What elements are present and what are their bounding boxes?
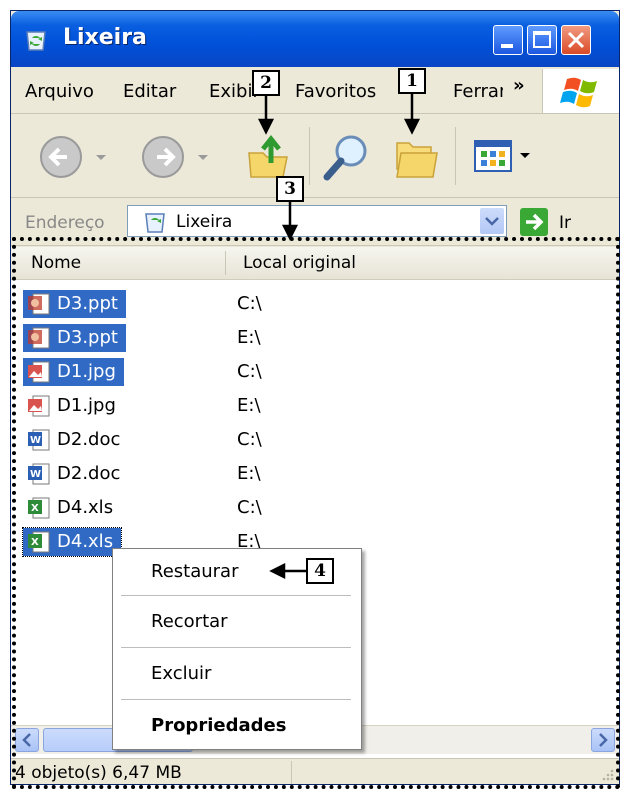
callout-4-arrowhead	[269, 562, 286, 580]
callout-arrows	[257, 94, 421, 580]
callout-3-arrowhead	[281, 224, 299, 241]
callout-1-arrowhead	[403, 118, 421, 135]
callout-2-arrowhead	[257, 118, 275, 135]
